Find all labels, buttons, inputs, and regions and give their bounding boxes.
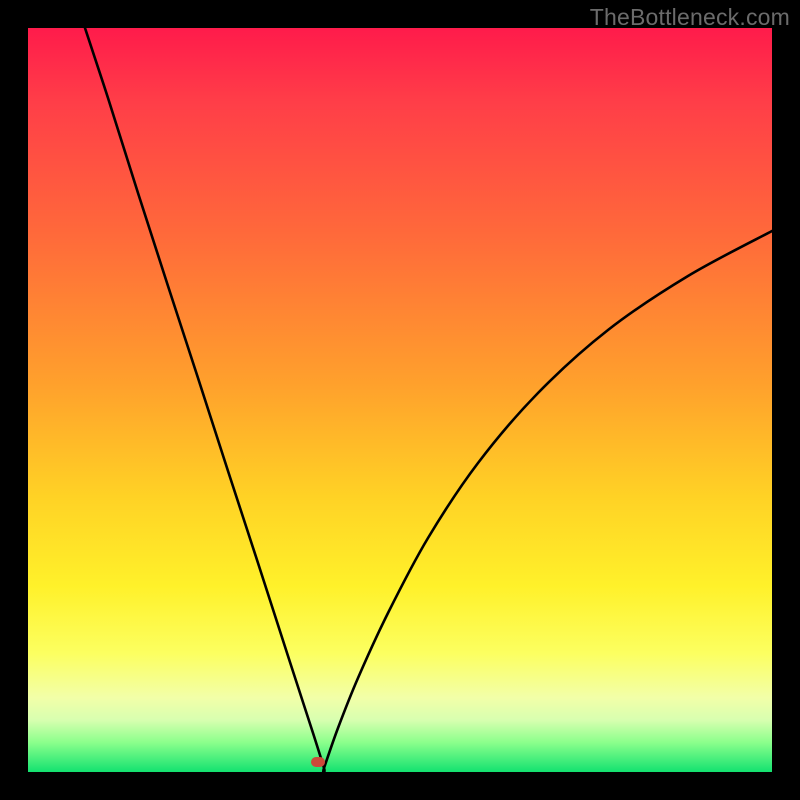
plot-area xyxy=(28,28,772,772)
vertex-marker xyxy=(311,757,325,767)
chart-frame: TheBottleneck.com xyxy=(0,0,800,800)
bottleneck-curve xyxy=(28,28,772,772)
watermark-text: TheBottleneck.com xyxy=(590,4,790,31)
